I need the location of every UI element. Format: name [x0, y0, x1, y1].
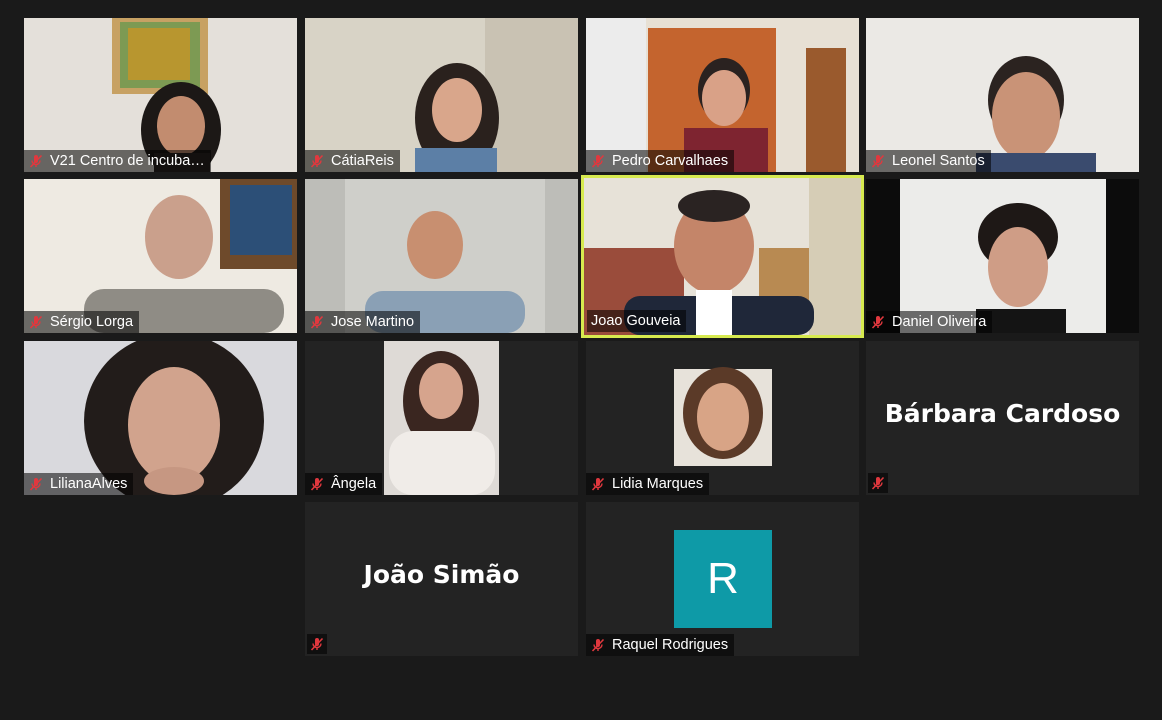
- participant-tile-joao-simao[interactable]: João Simão: [305, 502, 578, 656]
- participant-name: Ângela: [331, 476, 377, 492]
- participant-tile-raquel[interactable]: R Raquel Rodrigues: [586, 502, 859, 656]
- participant-video: [586, 18, 859, 172]
- mic-muted-icon: [309, 153, 325, 169]
- participant-tile-v21[interactable]: V21 Centro de incuba…: [24, 18, 297, 172]
- participant-video: [24, 341, 297, 495]
- participant-name: Daniel Oliveira: [892, 314, 987, 330]
- participant-tile-liliana[interactable]: LilianaAlves: [24, 341, 297, 495]
- participant-name-bar: CátiaReis: [305, 150, 400, 172]
- mic-muted-icon: [870, 314, 886, 330]
- participant-name: Joao Gouveia: [591, 313, 681, 329]
- avatar: R: [674, 530, 772, 628]
- participant-name-bar: Daniel Oliveira: [866, 311, 993, 333]
- participant-tile-leonel[interactable]: Leonel Santos: [866, 18, 1139, 172]
- participant-video: [24, 179, 297, 333]
- participant-video: [24, 18, 297, 172]
- participant-name: Leonel Santos: [892, 153, 985, 169]
- participant-name: LilianaAlves: [50, 476, 128, 492]
- participant-tile-joao-gouveia[interactable]: Joao Gouveia: [581, 175, 864, 338]
- participant-tile-angela[interactable]: Ângela: [305, 341, 578, 495]
- mute-indicator: [307, 634, 327, 654]
- participant-tile-lidia[interactable]: Lidia Marques: [586, 341, 859, 495]
- participant-name-bar: LilianaAlves: [24, 473, 134, 495]
- participant-tile-pedro[interactable]: Pedro Carvalhaes: [586, 18, 859, 172]
- mute-indicator: [868, 473, 888, 493]
- participant-name-bar: Raquel Rodrigues: [586, 634, 735, 656]
- participant-name: CátiaReis: [331, 153, 394, 169]
- mic-muted-icon: [870, 475, 886, 491]
- mic-muted-icon: [590, 153, 606, 169]
- participant-name: Jose Martino: [331, 314, 415, 330]
- participant-name-bar: Lidia Marques: [586, 473, 710, 495]
- participant-name-bar: Pedro Carvalhaes: [586, 150, 735, 172]
- participant-video: [586, 341, 859, 495]
- participant-name-bar: Joao Gouveia: [587, 310, 687, 332]
- participant-name: Pedro Carvalhaes: [612, 153, 729, 169]
- mic-muted-icon: [309, 314, 325, 330]
- mic-muted-icon: [28, 476, 44, 492]
- participant-tile-jose[interactable]: Jose Martino: [305, 179, 578, 333]
- participant-video: [305, 18, 578, 172]
- participant-name: Sérgio Lorga: [50, 314, 134, 330]
- mic-muted-icon: [590, 476, 606, 492]
- mic-muted-icon: [309, 476, 325, 492]
- participant-name-bar: Leonel Santos: [866, 150, 991, 172]
- mic-muted-icon: [28, 314, 44, 330]
- participant-tile-barbara[interactable]: Bárbara Cardoso: [866, 341, 1139, 495]
- mic-muted-icon: [870, 153, 886, 169]
- participant-tile-daniel[interactable]: Daniel Oliveira: [866, 179, 1139, 333]
- participant-tile-catia[interactable]: CátiaReis: [305, 18, 578, 172]
- participant-name-bar: V21 Centro de incuba…: [24, 150, 211, 172]
- participant-video: [866, 179, 1139, 333]
- participant-video: [305, 341, 578, 495]
- participant-name-bar: Sérgio Lorga: [24, 311, 140, 333]
- participant-name: V21 Centro de incuba…: [50, 153, 205, 169]
- participant-name-bar: Jose Martino: [305, 311, 421, 333]
- participant-name-bar: Ângela: [305, 473, 383, 495]
- participant-display-name: João Simão: [363, 560, 520, 589]
- mic-muted-icon: [309, 636, 325, 652]
- participant-name: Lidia Marques: [612, 476, 704, 492]
- participant-name: Raquel Rodrigues: [612, 637, 729, 653]
- participant-video: [305, 179, 578, 333]
- mic-muted-icon: [590, 637, 606, 653]
- participant-tile-sergio[interactable]: Sérgio Lorga: [24, 179, 297, 333]
- mic-muted-icon: [28, 153, 44, 169]
- participant-video: [866, 18, 1139, 172]
- participant-display-name: Bárbara Cardoso: [884, 399, 1121, 428]
